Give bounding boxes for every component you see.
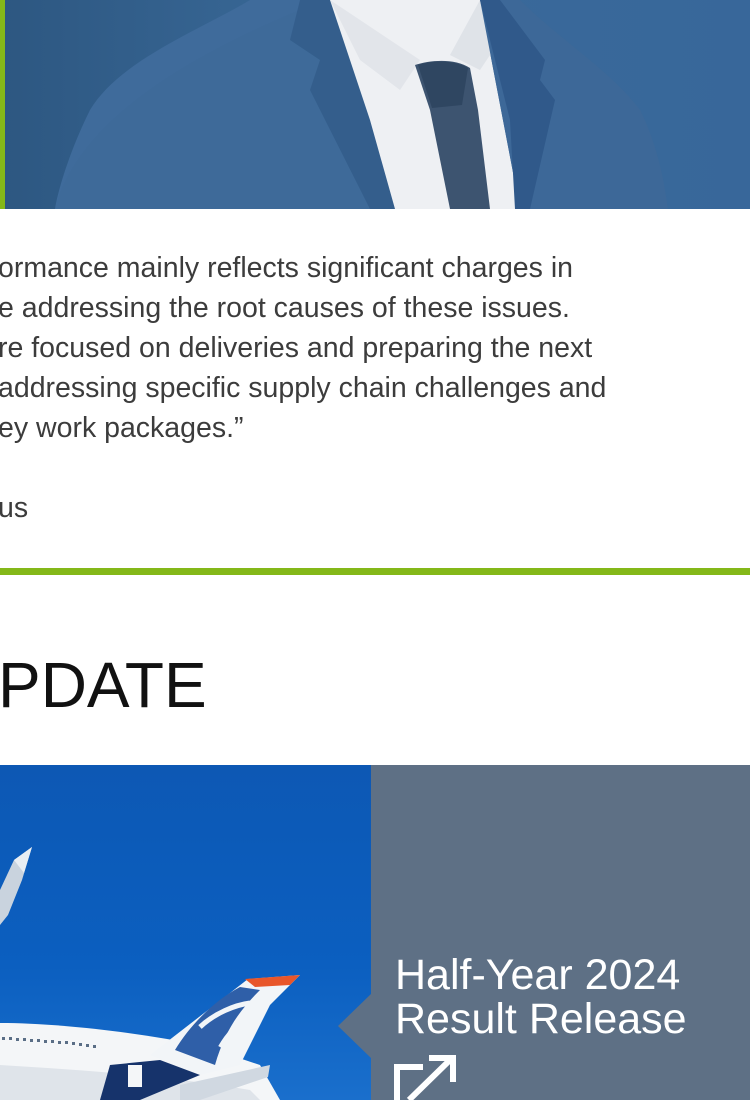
quote-line: re focused on deliveries and preparing t… [0, 332, 593, 364]
page: ormance mainly reflects significant char… [0, 0, 750, 1100]
external-link-icon[interactable] [393, 1055, 457, 1100]
ceo-quote: ormance mainly reflects significant char… [0, 248, 750, 448]
external-link-icon-graphic [394, 1055, 456, 1100]
promo-aircraft-image[interactable] [0, 765, 371, 1100]
promo-title[interactable]: Half-Year 2024 Result Release [395, 953, 735, 1041]
quote-attribution: us [0, 492, 29, 524]
quote-line: ey work packages.” [0, 412, 244, 444]
portrait-image [55, 0, 668, 209]
promo-title-line1: Half-Year 2024 [395, 951, 681, 999]
section-title: PDATE [0, 649, 207, 721]
hero-portrait [0, 0, 750, 209]
quote-line: ormance mainly reflects significant char… [0, 252, 573, 284]
promo-notch [338, 993, 372, 1059]
hero-accent-bar [0, 0, 5, 209]
section-divider [0, 568, 750, 575]
promo-title-line2: Result Release [395, 995, 687, 1043]
aircraft-image [0, 847, 300, 1100]
quote-line: addressing specific supply chain challen… [0, 372, 607, 404]
promo-panel[interactable] [371, 765, 750, 1100]
quote-line: e addressing the root causes of these is… [0, 292, 570, 324]
